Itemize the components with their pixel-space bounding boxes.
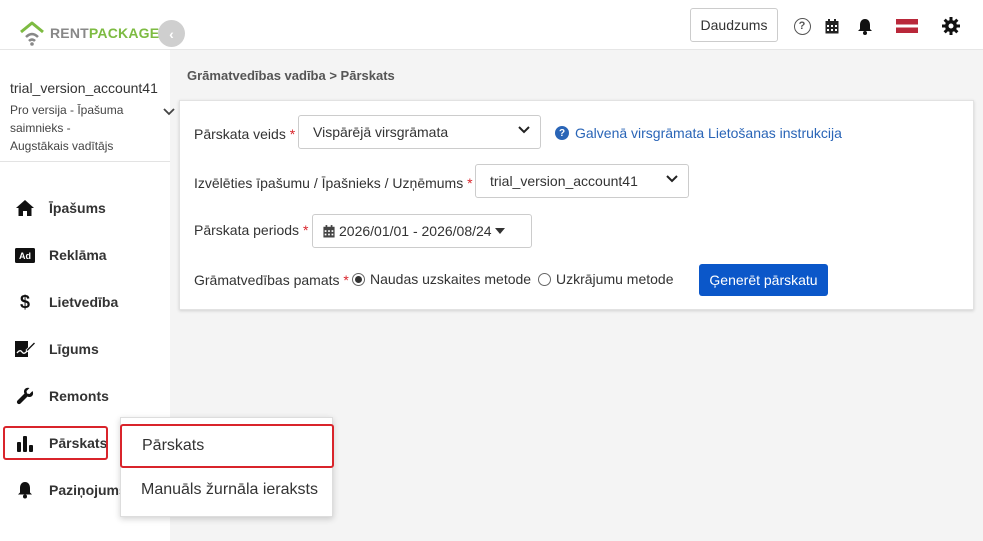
period-daterange-picker[interactable]: 2026/01/01 - 2026/08/24 [312, 214, 532, 248]
notifications-button[interactable] [855, 16, 875, 36]
dollar-icon: $ [14, 291, 36, 313]
report-type-label-text: Pārskata veids [194, 126, 286, 142]
report-form-card: Pārskata veids * Vispārējā virsgrāmata ?… [179, 100, 974, 310]
home-icon [14, 197, 36, 219]
sidebar-item-label: Īpašums [49, 200, 106, 216]
logo-text-rent: RENT [50, 25, 89, 41]
active-item-highlight [3, 426, 108, 460]
logo-house-icon [18, 20, 46, 46]
sidebar-item-contract[interactable]: Līgums [0, 329, 170, 369]
bell-icon [858, 18, 872, 35]
account-role: Pro versija - Īpašuma saimnieks - Augstā… [10, 103, 124, 153]
logo-text-package: PACKAGE [88, 25, 160, 41]
question-circle-icon: ? [793, 17, 811, 35]
basis-cash-radio[interactable]: Naudas uzskaites metode [352, 271, 531, 287]
ad-icon: Ad [14, 244, 36, 266]
radio-unselected-indicator [538, 272, 551, 286]
entity-value: trial_version_account41 [490, 173, 638, 189]
basis-accrual-label: Uzkrājumu metode [556, 271, 674, 287]
entity-label: Izvēlēties īpašumu / Īpašnieks / Uzņēmum… [194, 175, 473, 191]
top-bar: RENT PACKAGE ‹ Daudzums ? [0, 0, 983, 50]
entity-label-text: Izvēlēties īpašumu / Īpašnieks / Uzņēmum… [194, 175, 464, 191]
question-circle-icon: ? [555, 126, 569, 140]
basis-label-text: Grāmatvedības pamats [194, 272, 340, 288]
calendar-button[interactable] [822, 16, 842, 36]
period-value: 2026/01/01 - 2026/08/24 [339, 223, 492, 239]
submenu-item-manual-journal-entry[interactable]: Manuāls žurnāla ieraksts [121, 468, 334, 512]
period-label-text: Pārskata periods [194, 222, 300, 238]
chevron-down-icon [163, 105, 175, 119]
entity-select[interactable]: trial_version_account41 [475, 164, 689, 198]
report-type-value: Vispārējā virsgrāmata [313, 124, 449, 140]
required-mark: * [302, 222, 309, 238]
account-switcher[interactable]: trial_version_account41 Pro versija - Īp… [0, 50, 175, 162]
bell-icon [14, 479, 36, 501]
basis-label: Grāmatvedības pamats * [194, 272, 349, 288]
required-mark: * [467, 175, 473, 191]
required-mark: * [289, 126, 296, 142]
period-label: Pārskata periods * [194, 222, 308, 238]
sidebar-item-label: Lietvedība [49, 294, 119, 310]
contract-icon [14, 338, 36, 360]
ledger-instructions-link[interactable]: ? Galvenā virsgrāmata Lietošanas instruk… [555, 125, 842, 141]
calendar-icon [825, 18, 839, 33]
reports-submenu: Pārskats Manuāls žurnāla ieraksts [120, 417, 334, 517]
account-name: trial_version_account41 [10, 80, 158, 96]
sidebar-item-advertising[interactable]: Ad Reklāma [0, 235, 170, 275]
sidebar-item-bookkeeping[interactable]: $ Lietvedība [0, 282, 170, 322]
chevron-left-icon: ‹ [169, 25, 174, 42]
sidebar-item-label: Remonts [49, 388, 109, 404]
chevron-down-icon [666, 175, 678, 186]
basis-accrual-radio[interactable]: Uzkrājumu metode [538, 271, 674, 287]
latvia-flag-icon [896, 19, 918, 33]
report-type-label: Pārskata veids * [194, 126, 295, 142]
sidebar-item-label: Paziņojums [49, 482, 127, 498]
svg-text:$: $ [20, 292, 30, 312]
ledger-instructions-text: Galvenā virsgrāmata Lietošanas instrukci… [575, 125, 842, 141]
calendar-icon [323, 224, 335, 237]
svg-text:Ad: Ad [19, 251, 31, 261]
basis-cash-label: Naudas uzskaites metode [370, 271, 532, 287]
sidebar-item-label: Reklāma [49, 247, 107, 263]
sidebar-item-property[interactable]: Īpašums [0, 188, 170, 228]
quantity-button[interactable]: Daudzums [690, 8, 778, 42]
gear-icon [942, 17, 960, 35]
sidebar-item-repairs[interactable]: Remonts [0, 376, 170, 416]
sidebar-collapse-button[interactable]: ‹ [158, 20, 185, 47]
settings-button[interactable] [941, 16, 961, 36]
report-type-select[interactable]: Vispārējā virsgrāmata [298, 115, 541, 149]
chevron-down-icon [518, 126, 530, 137]
caret-down-icon [494, 228, 505, 234]
required-mark: * [343, 272, 349, 288]
radio-selected-indicator [352, 272, 365, 286]
submenu-item-reports[interactable]: Pārskats [120, 424, 334, 468]
sidebar-item-label: Līgums [49, 341, 99, 357]
logo[interactable]: RENT PACKAGE [18, 20, 159, 46]
wrench-icon [14, 385, 36, 407]
breadcrumb: Grāmatvedības vadība > Pārskats [187, 68, 395, 83]
help-button[interactable]: ? [792, 16, 812, 36]
language-button[interactable] [895, 16, 919, 36]
generate-report-button[interactable]: Ģenerēt pārskatu [699, 264, 828, 296]
